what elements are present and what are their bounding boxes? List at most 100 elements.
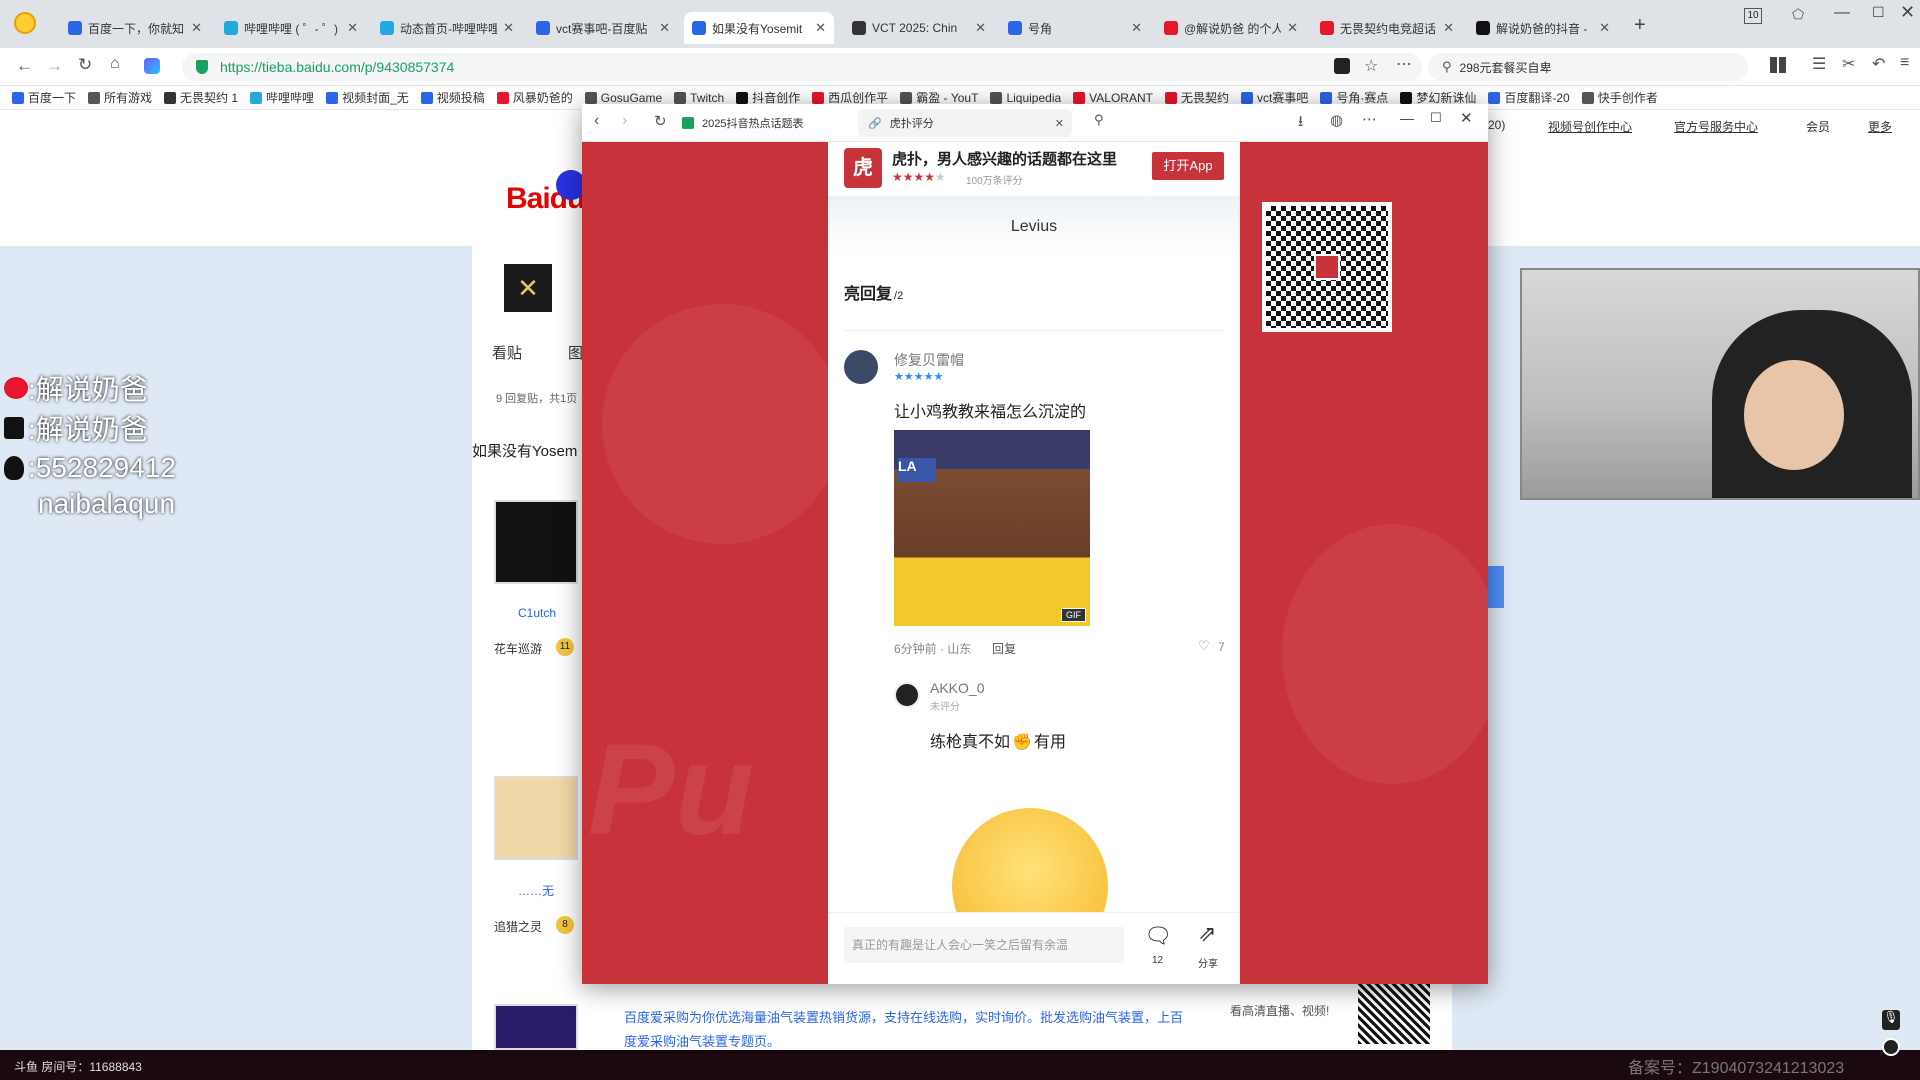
ai-icon[interactable] [144, 58, 160, 74]
target-icon[interactable] [1882, 1038, 1900, 1056]
mic-icon[interactable]: 🎙 [1882, 1010, 1900, 1030]
home-icon[interactable]: ⌂ [110, 55, 120, 73]
undo-icon[interactable]: ↶ [1872, 54, 1885, 74]
star-icon[interactable]: ☆ [1364, 56, 1378, 76]
popup-more-icon[interactable]: ⋯ [1362, 110, 1377, 128]
browser-tab[interactable]: 如果没有Yosemit ✕ [684, 12, 834, 44]
top-link-member[interactable]: 会员 [1806, 118, 1830, 135]
popup-close-button[interactable]: ✕ [1460, 109, 1473, 127]
tab-favicon-icon [68, 21, 82, 35]
tab-close-icon[interactable]: ✕ [185, 20, 202, 36]
ad-text[interactable]: 百度爱采购为你优选海量油气装置热销货源，支持在线选购，实时询价。批发选购油气装置… [624, 1006, 1184, 1054]
tab-close-icon[interactable]: ✕ [1593, 20, 1610, 36]
popup-download-icon[interactable]: ⭳ [1298, 111, 1303, 136]
tab-close-icon[interactable]: ✕ [1281, 20, 1298, 36]
maximize-button[interactable]: ☐ [1872, 4, 1885, 21]
browser-tab[interactable]: 号角 ✕ [1000, 12, 1150, 44]
tab-close-icon[interactable]: ✕ [497, 20, 514, 36]
popup-reload-icon[interactable]: ↻ [654, 112, 667, 130]
user2-name[interactable]: ……无 [518, 882, 554, 899]
bookmark-icon [990, 91, 1003, 104]
browser-tab[interactable]: VCT 2025: Chin ✕ [844, 12, 994, 44]
bookmark-item[interactable]: VALORANT [1073, 91, 1153, 105]
tab-close-icon[interactable]: ✕ [1437, 20, 1454, 36]
tab-pictures[interactable]: 图 [568, 342, 583, 363]
bookmark-item[interactable]: 所有游戏 [88, 89, 152, 106]
close-window-button[interactable]: ✕ [1900, 2, 1915, 23]
hupu-logo-icon[interactable]: 虎 [844, 148, 882, 188]
like-icon[interactable]: ♡ [1198, 638, 1210, 654]
popup-back-icon[interactable]: ‹ [594, 112, 599, 130]
comment1-reply-button[interactable]: 回复 [992, 640, 1016, 657]
top-link-creator[interactable]: 视频号创作中心 [1548, 118, 1632, 135]
user1-name[interactable]: C1utch [518, 606, 556, 620]
bookmark-item[interactable]: 视频封面_无 [326, 89, 409, 106]
bookmark-item[interactable]: Liquipedia [990, 91, 1061, 105]
user2-avatar[interactable] [494, 776, 578, 860]
browser-tab[interactable]: 解说奶爸的抖音 - ✕ [1468, 12, 1618, 44]
comment1-user[interactable]: 修复贝雷帽 [894, 350, 964, 370]
bookmark-icon [584, 91, 597, 104]
bookmark-item[interactable]: 百度翻译-20 [1488, 89, 1570, 106]
tab-close-icon[interactable]: ✕ [1125, 20, 1142, 36]
bookmark-item[interactable]: 哔哩哔哩 [250, 89, 314, 106]
author-name[interactable]: Levius [828, 218, 1240, 236]
popup-search-icon[interactable]: ⚲ [1094, 112, 1104, 128]
bookmark-item[interactable]: 快手创作者 [1581, 89, 1658, 106]
bookmark-item[interactable]: GosuGame [584, 91, 662, 105]
tab-close-icon[interactable]: ✕ [653, 20, 670, 36]
open-app-button[interactable]: 打开App [1152, 152, 1224, 180]
popup-tab-topics[interactable]: 2025抖音热点话题表 [682, 110, 848, 136]
scissors-icon[interactable]: ✂ [1842, 54, 1855, 74]
popup-minimize-button[interactable]: — [1400, 110, 1414, 126]
search-box[interactable]: ⚲ 298元套餐买自卑 [1428, 53, 1748, 81]
browser-tab[interactable]: vct赛事吧-百度贴 ✕ [528, 12, 678, 44]
browser-tab[interactable]: 哔哩哔哩 ( ゜- ゜) ✕ [216, 12, 366, 44]
tab-close-icon[interactable]: ✕ [341, 20, 358, 36]
browser-tab[interactable]: 百度一下，你就知 ✕ [60, 12, 210, 44]
popup-tab-close-icon[interactable]: ✕ [1055, 117, 1064, 130]
comment2-avatar[interactable] [894, 682, 920, 708]
comment1-gif-image[interactable]: LA GIF [894, 430, 1090, 626]
bookmark-item[interactable]: 视频投稿 [420, 89, 485, 106]
browser-logo-icon[interactable] [14, 12, 36, 34]
share-icon[interactable]: ⇗ [1198, 921, 1216, 947]
url-text[interactable]: https://tieba.baidu.com/p/9430857374 [220, 59, 454, 75]
tab-view-posts[interactable]: 看贴 [492, 342, 522, 363]
user1-avatar[interactable] [494, 500, 578, 584]
browser-tab[interactable]: @解说奶爸 的个人 ✕ [1156, 12, 1306, 44]
popup-globe-icon[interactable]: ◍ [1330, 111, 1343, 129]
user3-avatar[interactable] [494, 1004, 578, 1050]
comment1-avatar[interactable] [844, 350, 878, 384]
popup-tab-hupu[interactable]: 🔗 虎扑评分 ✕ [858, 109, 1072, 137]
more-icon[interactable]: ⋯ [1396, 54, 1412, 74]
minimize-button[interactable]: — [1834, 4, 1850, 22]
tab-close-icon[interactable]: ✕ [969, 20, 986, 36]
bookmark-item[interactable]: 风暴奶爸的 [496, 89, 573, 106]
top-link-more[interactable]: 更多 [1868, 118, 1892, 135]
popup-forward-icon[interactable]: › [622, 112, 627, 130]
bookmark-item[interactable]: 百度一下 [12, 89, 76, 106]
extension-icon[interactable] [1334, 58, 1350, 74]
favorites-icon[interactable]: ☰ [1812, 54, 1826, 74]
reload-icon[interactable]: ↻ [78, 55, 92, 75]
menu-icon[interactable]: ≡ [1900, 54, 1909, 72]
comment2-user[interactable]: AKKO_0 [930, 680, 984, 696]
window-count-badge[interactable]: 10 [1744, 8, 1762, 24]
new-tab-button[interactable]: + [1634, 14, 1646, 37]
browser-tab[interactable]: 无畏契约电竞超话 ✕ [1312, 12, 1462, 44]
forum-avatar[interactable]: ✕ [504, 264, 552, 312]
top-link-service[interactable]: 官方号服务中心 [1674, 118, 1758, 135]
popup-maximize-button[interactable]: ☐ [1430, 110, 1442, 126]
address-bar[interactable]: https://tieba.baidu.com/p/9430857374 [182, 53, 1422, 81]
apps-grid-icon[interactable] [1770, 57, 1786, 73]
comment-input[interactable]: 真正的有趣是让人会心一笑之后留有余温 [844, 927, 1124, 963]
forward-icon[interactable]: → [46, 56, 63, 76]
back-icon[interactable]: ← [16, 56, 33, 76]
bookmark-item[interactable]: Twitch [674, 91, 724, 105]
bookmark-item[interactable]: 无畏契约 1 [164, 89, 238, 106]
browser-tab[interactable]: 动态首页-哔哩哔哩 ✕ [372, 12, 522, 44]
tab-close-icon[interactable]: ✕ [809, 20, 826, 36]
comment-icon[interactable]: 🗨 [1144, 923, 1172, 949]
pin-icon[interactable]: ⬠ [1792, 6, 1804, 23]
